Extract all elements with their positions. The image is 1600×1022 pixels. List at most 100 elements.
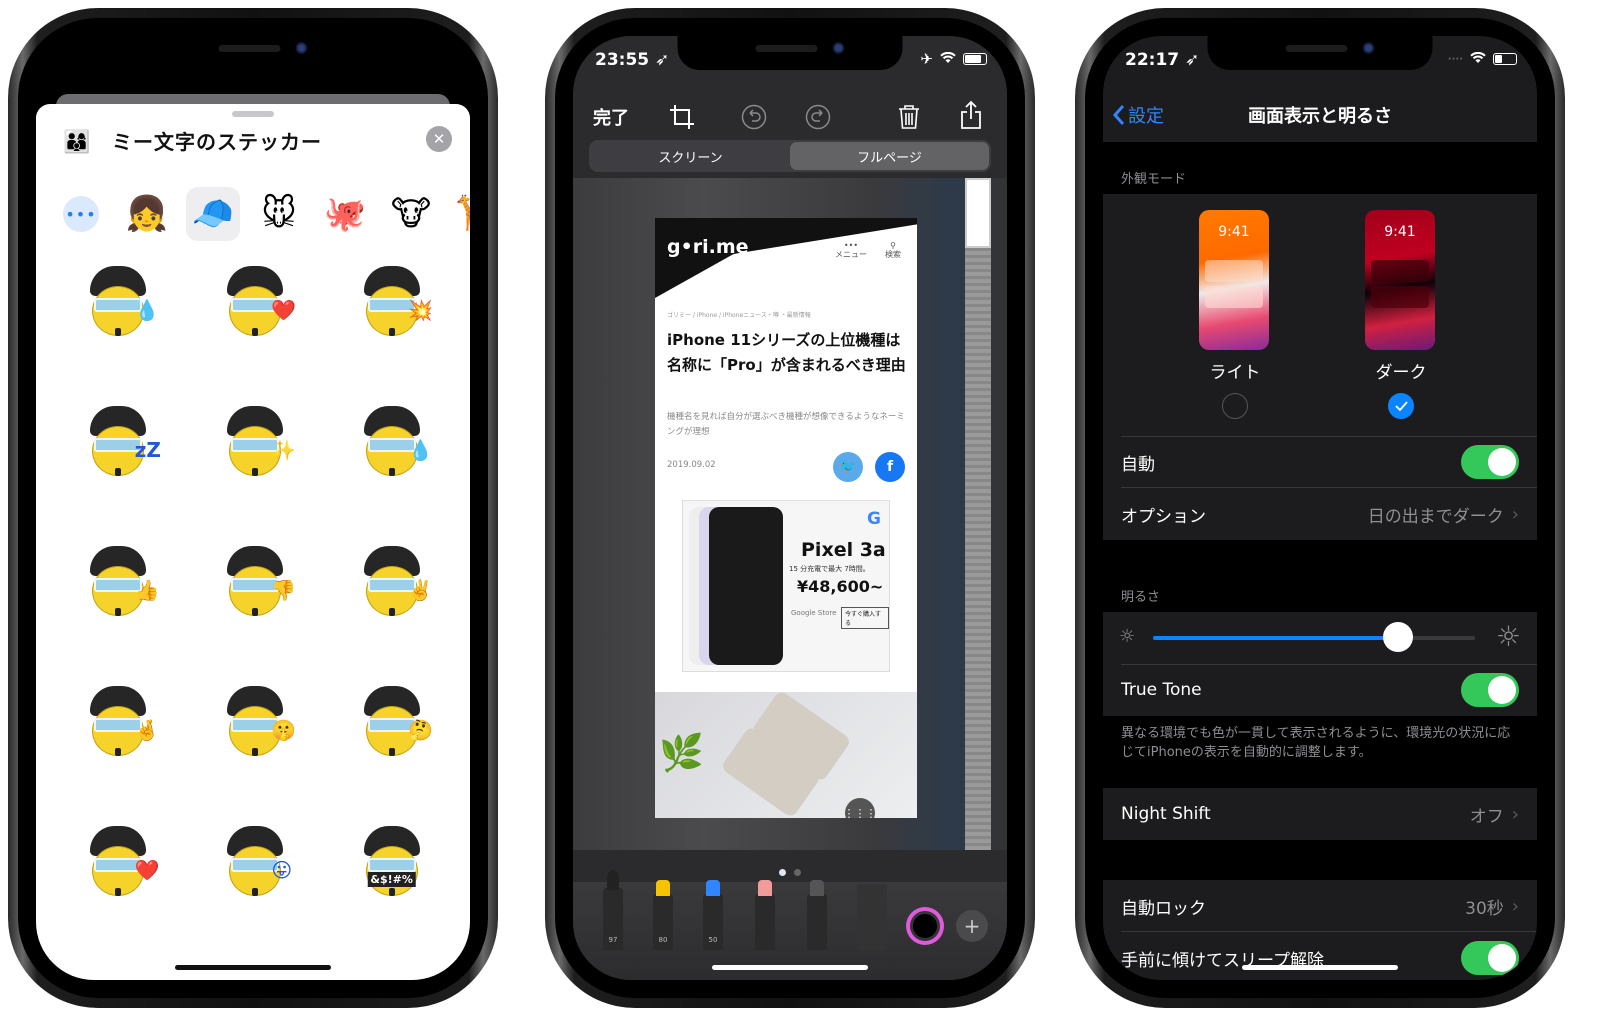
tool-ruler[interactable] [857,884,887,950]
home-indicator[interactable] [1242,965,1398,970]
brightness-slider[interactable] [1153,622,1475,652]
add-button[interactable]: + [956,910,988,942]
wifi-icon [1470,50,1486,68]
screenshot-canvas[interactable]: g•ri.me ••• メニュー ⚲ 検索 ゴリミー / iPhone / iPho… [573,178,1007,850]
character-octopus[interactable]: 🐙 [318,187,372,241]
notch [140,36,366,70]
sticker-sleeping[interactable]: zZ [50,394,187,490]
options-value: 日の出までダーク [1367,506,1504,527]
more-characters-button[interactable]: ••• [63,196,99,232]
sticker-heart-eyes[interactable]: ❤️ [187,254,324,350]
true-tone-toggle[interactable] [1461,673,1519,707]
ad-buy-button: 今すぐ購入する [841,607,889,629]
sticker-text: &$!#% [367,872,416,887]
page-dot[interactable] [779,869,786,876]
page-thumbnail-scroller[interactable] [965,178,991,850]
row-auto-lock[interactable]: 自動ロック 30秒 › [1103,880,1537,932]
home-indicator[interactable] [712,965,868,970]
row-night-shift[interactable]: Night Shift オフ › [1103,788,1537,840]
sticker-cursing[interactable]: &$!#% [323,814,460,910]
character-picker: ••• 👧 🧢 🐭 🐙 🐮 🦒 [54,186,470,242]
twitter-icon: 🐦 [833,452,863,482]
sticker-decoration: 💥 [408,298,433,323]
tool-width-label: 50 [708,936,718,944]
dark-mode-preview[interactable]: 9:41 [1365,210,1435,350]
sticker-mind-blown[interactable]: 💥 [323,254,460,350]
sticker-tears-of-joy[interactable]: 💧 [50,254,187,350]
sticker-shush[interactable]: 🤫 [187,674,324,770]
mode-light[interactable]: 9:41 ライト [1199,210,1271,419]
sticker-decoration: 🤔 [408,718,433,743]
tool-eraser[interactable] [755,880,775,950]
tab-screen[interactable]: スクリーン [591,142,790,170]
checkmark-icon [1394,401,1408,411]
webpage-preview[interactable]: g•ri.me ••• メニュー ⚲ 検索 ゴリミー / iPhone / iPho… [655,218,917,818]
tool-marker[interactable]: 80 [653,880,673,950]
notch [1207,36,1433,70]
sticker-thinking[interactable]: 🤔 [323,674,460,770]
sticker-decoration: 👎 [271,578,297,603]
sticker-crying[interactable]: 💧 [323,394,460,490]
character-memoji-me[interactable]: 🧢 [186,187,240,241]
trash-icon[interactable] [897,104,921,135]
appearance-group: 9:41 ライト 9:41 ダーク 自動 オプション 日の出までダーク › [1103,194,1537,540]
sticker-decoration: 😛 [271,858,293,883]
sticker-star-struck[interactable]: ✨ [187,394,324,490]
sticker-decoration: 🤞 [134,718,160,743]
sheet-grabber[interactable] [232,111,274,117]
light-mode-preview[interactable]: 9:41 [1199,210,1269,350]
notch [677,36,903,70]
tool-lasso[interactable] [807,880,827,950]
crop-icon[interactable] [669,104,695,135]
automatic-toggle[interactable] [1461,445,1519,479]
sticker-decoration: ✨ [271,438,297,463]
brightness-knob[interactable] [1382,622,1413,652]
tool-pencil[interactable]: 50 [703,880,723,950]
sticker-tongue-out[interactable]: 😛 [187,814,324,910]
color-picker-button[interactable] [909,910,941,942]
row-automatic: 自動 [1103,436,1537,488]
share-icon[interactable] [959,100,983,135]
done-button[interactable]: 完了 [593,104,629,130]
screen: 設定 画面表示と明るさ 22:17 ➶ ···· 外観モード 9:41 ライト … [1103,36,1537,980]
sticker-fingers-crossed[interactable]: 🤞 [50,674,187,770]
tab-full-page[interactable]: フルページ [790,142,989,170]
undo-icon[interactable] [741,104,767,135]
article-subtitle: 機種名を見れば自分が選ぶべき機種が想像できるようなネーミングが理想 [667,412,905,437]
mode-light-radio[interactable] [1222,393,1248,419]
article-date: 2019.09.02 [667,460,716,470]
mode-dark[interactable]: 9:41 ダーク [1365,210,1437,419]
raise-to-wake-toggle[interactable] [1461,941,1519,975]
character-cow[interactable]: 🐮 [384,187,438,241]
sticker-grid: 💧 ❤️ 💥 zZ ✨ 💧 👍 👎 ✌️ 🤞 🤫 🤔 ❤️ 😛 &$!#% [50,254,460,910]
page-dot[interactable] [794,869,801,876]
page-indicator [573,869,1007,876]
sticker-thumbs-down[interactable]: 👎 [187,534,324,630]
sticker-decoration: zZ [134,438,161,463]
tool-pen[interactable]: 97 [603,870,623,950]
redo-icon[interactable] [805,104,831,135]
google-logo: G [867,509,881,529]
sticker-peace[interactable]: ✌️ [323,534,460,630]
mode-dark-label: ダーク [1375,363,1427,383]
character-mouse[interactable]: 🐭 [252,187,306,241]
brightness-group: ☼ ☼ True Tone [1103,612,1537,716]
sticker-thumbs-up[interactable]: 👍 [50,534,187,630]
ad-store: Google Store [791,609,837,617]
mode-dark-radio[interactable] [1388,393,1414,419]
sticker-decoration: 🤫 [271,718,297,743]
row-options[interactable]: オプション 日の出までダーク › [1103,488,1537,540]
airplane-icon: ✈ [920,50,933,68]
ad-price: ¥48,600~ [797,577,884,596]
thumbnail-viewport[interactable] [965,178,991,248]
mode-light-label: ライト [1209,363,1261,383]
character-giraffe[interactable]: 🦒 [450,187,470,241]
sticker-sheet: 👨‍👩‍👦 ミー文字のステッカー ✕ ••• 👧 🧢 🐭 🐙 🐮 🦒 💧 ❤️ 💥 z… [36,104,470,980]
close-button[interactable]: ✕ [426,126,452,152]
breadcrumb: ゴリミー / iPhone / iPhoneニュース・噂 ・最新情報 [667,312,811,319]
sticker-kiss[interactable]: ❤️ [50,814,187,910]
home-indicator[interactable] [175,965,331,970]
brightness-header: 明るさ [1121,590,1161,605]
character-memoji-girl[interactable]: 👧 [120,187,174,241]
battery-icon [1493,53,1517,65]
